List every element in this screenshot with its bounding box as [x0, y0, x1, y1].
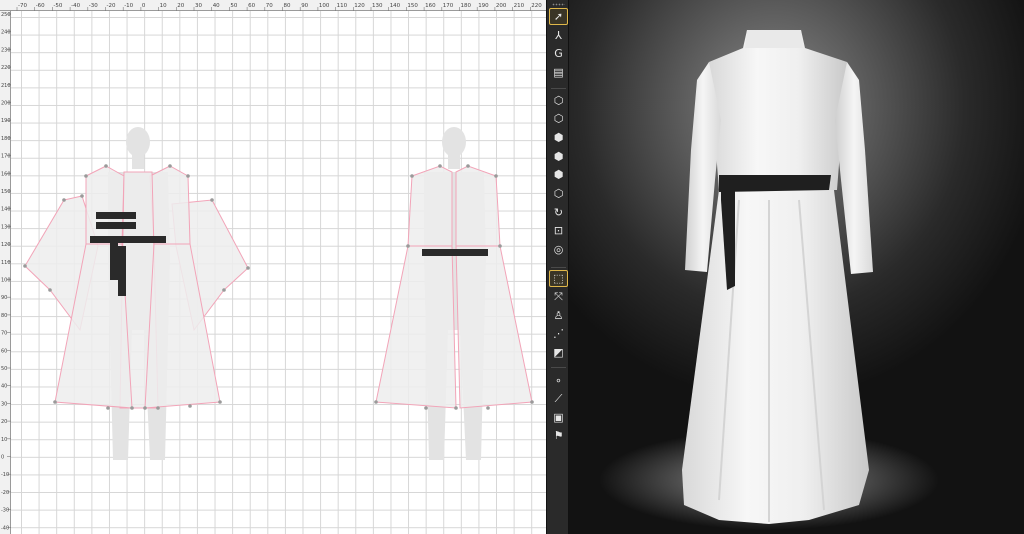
viewport-toolbar: ➚ ⅄ G ▤ ⬡ ⬡ ⬢ ⬢ ⬢ ⬡ ↻ ⊡ ◎ ⬚ ⤧ ♙ ⋰ ◩ ∘ ⟋ ▣ ⚑ [546, 0, 569, 534]
flag-set-icon[interactable]: ⚑ [549, 427, 568, 444]
transform-mesh-icon[interactable]: ⤧ [549, 288, 568, 305]
tack-icon[interactable]: ⋰ [549, 325, 568, 342]
rotate-3d-icon[interactable]: G [549, 45, 568, 62]
ruler-vertical [0, 11, 11, 534]
dress-skirt [682, 190, 869, 524]
line-set-icon[interactable]: ⟋ [549, 390, 568, 407]
dress-belt [719, 175, 831, 192]
pattern-piece-back-left-skirt [375, 245, 457, 409]
toolbar-grip[interactable] [552, 3, 565, 6]
3d-viewport[interactable] [569, 0, 1024, 534]
pattern-canvas[interactable] [0, 0, 546, 534]
fold-corner-icon[interactable]: ◩ [549, 344, 568, 361]
cube-front-icon[interactable]: ⬡ [549, 110, 568, 127]
fit-view-icon[interactable]: ⊡ [549, 222, 568, 239]
dress-collar [745, 30, 803, 48]
back-belt-piece[interactable] [422, 249, 488, 256]
pin-set-icon[interactable]: ▣ [549, 409, 568, 426]
cube-left-icon[interactable]: ⬢ [549, 148, 568, 165]
dress-right-sleeve [835, 62, 873, 274]
ruler-horizontal [0, 0, 546, 11]
pattern-piece-back-right-skirt [455, 245, 533, 409]
select-mesh-icon[interactable]: ⬚ [549, 270, 568, 287]
orbit-icon[interactable]: ↻ [549, 204, 568, 221]
pattern-window[interactable]: -70 -60 -50 -40 -30 -20 -10 0 10 20 30 40 50 60 70 80 90… [0, 0, 546, 534]
cube-top-icon[interactable]: ⬡ [549, 185, 568, 202]
toolbar-separator [551, 367, 566, 368]
pin-avatar-icon[interactable]: ♙ [549, 307, 568, 324]
toolbar-separator [551, 88, 566, 89]
pattern-piece-right-bodice [149, 165, 191, 245]
pattern-piece-left-bodice [85, 165, 125, 245]
3d-garment-render[interactable] [569, 0, 1024, 534]
select-move-icon[interactable]: ➚ [549, 8, 568, 25]
pattern-piece-back-right-bodice [455, 165, 501, 247]
pattern-piece-back-left-bodice [407, 165, 453, 247]
transform-pattern-icon[interactable]: ⅄ [549, 27, 568, 44]
fold-arrangement-icon[interactable]: ▤ [549, 64, 568, 81]
arrangement-point-icon[interactable]: ⬡ [549, 92, 568, 109]
dress-bodice [709, 30, 847, 190]
point-set-icon[interactable]: ∘ [549, 372, 568, 389]
cube-right-icon[interactable]: ⬢ [549, 166, 568, 183]
snapshot-icon[interactable]: ◎ [549, 241, 568, 258]
cube-back-icon[interactable]: ⬢ [549, 129, 568, 146]
toolbar-separator [551, 267, 566, 268]
front-pattern-group[interactable] [24, 165, 249, 409]
